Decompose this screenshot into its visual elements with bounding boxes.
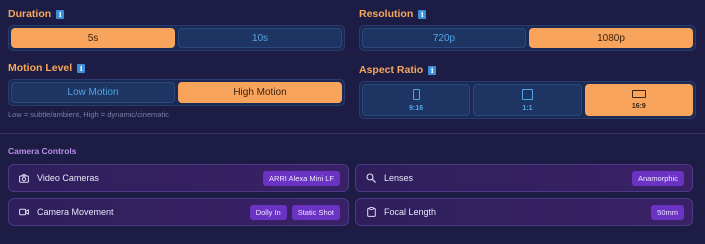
square-ratio-icon (521, 88, 533, 100)
focal-length-label: Focal Length (384, 207, 437, 217)
video-camera-chip[interactable]: ARRI Alexa Mini LF (262, 170, 340, 186)
lenses-label: Lenses (384, 173, 414, 183)
lenses-control[interactable]: Lenses Anamorphic (355, 164, 693, 192)
motion-option-high[interactable]: High Motion (178, 82, 342, 103)
motion-level-title: Motion Level i (8, 62, 86, 74)
camera-movement-control[interactable]: Camera Movement Dolly In Static Shot (8, 198, 349, 226)
aspect-option-1-1[interactable]: 1:1 (473, 84, 582, 116)
duration-option-10s[interactable]: 10s (178, 28, 342, 48)
landscape-ratio-icon (631, 90, 646, 98)
resolution-title: Resolution i (359, 8, 427, 20)
portrait-ratio-icon (412, 88, 420, 100)
clipboard-icon (366, 207, 376, 217)
camera-movement-chip[interactable]: Static Shot (291, 204, 340, 220)
info-icon[interactable]: i (77, 63, 86, 73)
aspect-ratio-selector: 9:16 1:1 16:9 (359, 81, 696, 119)
focal-length-chip[interactable]: 50mm (651, 204, 684, 220)
resolution-option-1080p[interactable]: 1080p (529, 28, 693, 48)
aspect-option-label: 1:1 (522, 104, 533, 112)
duration-title: Duration i (8, 8, 65, 20)
camera-icon (19, 173, 29, 183)
info-icon[interactable]: i (418, 9, 427, 19)
video-cameras-label: Video Cameras (37, 173, 99, 183)
aspect-option-16-9[interactable]: 16:9 (584, 84, 693, 116)
motion-option-low[interactable]: Low Motion (11, 82, 175, 103)
aspect-ratio-title: Aspect Ratio i (359, 64, 437, 76)
info-icon[interactable]: i (428, 65, 437, 75)
motion-level-hint: Low = subtle/ambient, High = dynamic/cin… (8, 110, 169, 119)
search-icon (366, 173, 376, 183)
motion-level-selector: Low Motion High Motion (8, 79, 345, 106)
camera-movement-chip[interactable]: Dolly In (249, 204, 287, 220)
camera-controls-title: Camera Controls (8, 146, 77, 156)
duration-selector: 5s 10s (8, 25, 345, 51)
video-cameras-control[interactable]: Video Cameras ARRI Alexa Mini LF (8, 164, 349, 192)
duration-option-5s[interactable]: 5s (11, 28, 175, 48)
section-divider (0, 133, 705, 134)
info-icon[interactable]: i (56, 9, 65, 19)
aspect-option-label: 9:16 (409, 104, 424, 112)
video-camera-icon (19, 207, 29, 217)
resolution-selector: 720p 1080p (359, 25, 696, 51)
aspect-option-9-16[interactable]: 9:16 (362, 84, 471, 116)
aspect-option-label: 16:9 (631, 103, 646, 110)
camera-movement-label: Camera Movement (37, 207, 114, 217)
lens-chip[interactable]: Anamorphic (631, 170, 684, 186)
focal-length-control[interactable]: Focal Length 50mm (355, 198, 693, 226)
resolution-option-720p[interactable]: 720p (362, 28, 526, 48)
